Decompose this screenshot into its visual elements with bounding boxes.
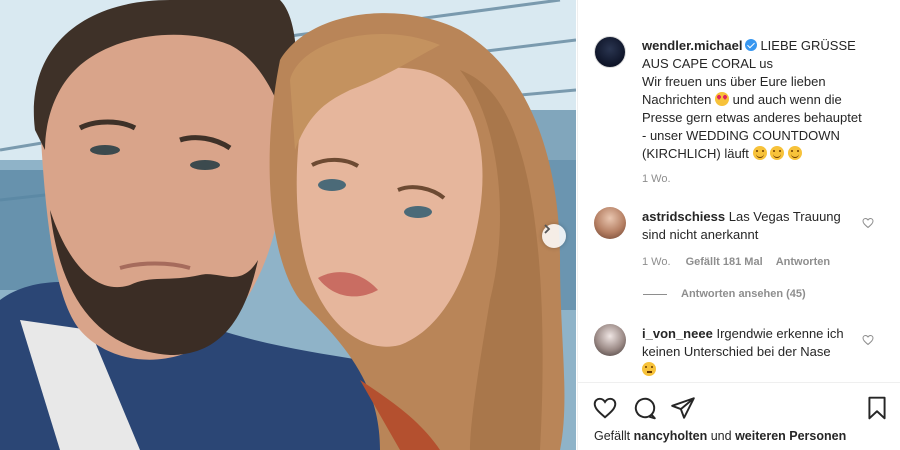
- liked-by: Gefällt nancyholten und weiteren Persone…: [594, 429, 846, 443]
- liked-by-middle: und: [710, 429, 732, 443]
- caption-text: (KIRCHLICH) läuft: [642, 146, 749, 161]
- caption-time: 1 Wo.: [642, 173, 671, 185]
- caption-text: - unser WEDDING COUNTDOWN: [642, 128, 840, 143]
- action-bar: Gefällt nancyholten und weiteren Persone…: [578, 382, 900, 450]
- comment-icon[interactable]: [632, 395, 658, 421]
- heart-eyes-emoji-icon: [715, 92, 729, 106]
- comment: astridschiess Las Vegas Trauung sind nic…: [642, 208, 857, 244]
- divider: [643, 293, 667, 295]
- heart-icon[interactable]: [862, 333, 874, 346]
- liked-by-others[interactable]: weiteren Personen: [735, 429, 846, 443]
- liked-by-user[interactable]: nancyholten: [634, 429, 708, 443]
- avatar[interactable]: [594, 324, 626, 356]
- smiling-emoji-icon: [770, 146, 785, 160]
- view-replies-label: Antworten ansehen (45): [681, 288, 806, 300]
- comment: i_von_neee Irgendwie erkenne ich keinen …: [642, 325, 857, 379]
- comment-text: Las Vegas Trauung: [728, 209, 841, 224]
- comment-text: sind nicht anerkannt: [642, 227, 759, 242]
- caption-text: Presse gern etwas anderes behauptet: [642, 110, 862, 125]
- comment-text: Irgendwie erkenne ich: [716, 326, 844, 341]
- comment-meta: 1 Wo. Gefällt 181 Mal Antworten: [642, 256, 840, 268]
- bookmark-icon[interactable]: [864, 395, 890, 421]
- caption: wendler.michael LIEBE GRÜSSE AUS CAPE COR…: [642, 37, 882, 163]
- caption-text: Nachrichten: [642, 92, 712, 107]
- post-photo-illustration: [0, 0, 576, 450]
- heart-icon[interactable]: [592, 395, 618, 421]
- comment-text: keinen Unterschied bei der Nase: [642, 344, 831, 359]
- comment-username[interactable]: i_von_neee: [642, 326, 713, 341]
- liked-by-prefix: Gefällt: [594, 429, 631, 443]
- reply-button[interactable]: Antworten: [776, 256, 830, 268]
- post-photo[interactable]: [0, 0, 576, 450]
- thinking-emoji-icon: [642, 362, 656, 376]
- next-photo-button[interactable]: [542, 224, 566, 248]
- avatar[interactable]: [594, 207, 626, 239]
- smiling-emoji-icon: [787, 146, 802, 160]
- caption-text: und auch wenn die: [732, 92, 842, 107]
- caption-text: AUS CAPE CORAL us: [642, 56, 774, 71]
- comment-time: 1 Wo.: [642, 256, 671, 268]
- post-side-panel: wendler.michael LIEBE GRÜSSE AUS CAPE COR…: [577, 0, 900, 450]
- view-replies-button[interactable]: Antworten ansehen (45): [643, 288, 806, 300]
- heart-icon[interactable]: [862, 216, 874, 229]
- verified-badge-icon: [745, 39, 758, 51]
- comment-username[interactable]: astridschiess: [642, 209, 725, 224]
- share-icon[interactable]: [670, 395, 696, 421]
- comment-likes[interactable]: Gefällt 181 Mal: [686, 256, 763, 268]
- caption-text: Wir freuen uns über Eure lieben: [642, 74, 826, 89]
- avatar[interactable]: [594, 36, 626, 68]
- caption-username[interactable]: wendler.michael: [642, 38, 742, 53]
- caption-text: LIEBE GRÜSSE: [760, 38, 856, 53]
- smiling-emoji-icon: [752, 146, 767, 160]
